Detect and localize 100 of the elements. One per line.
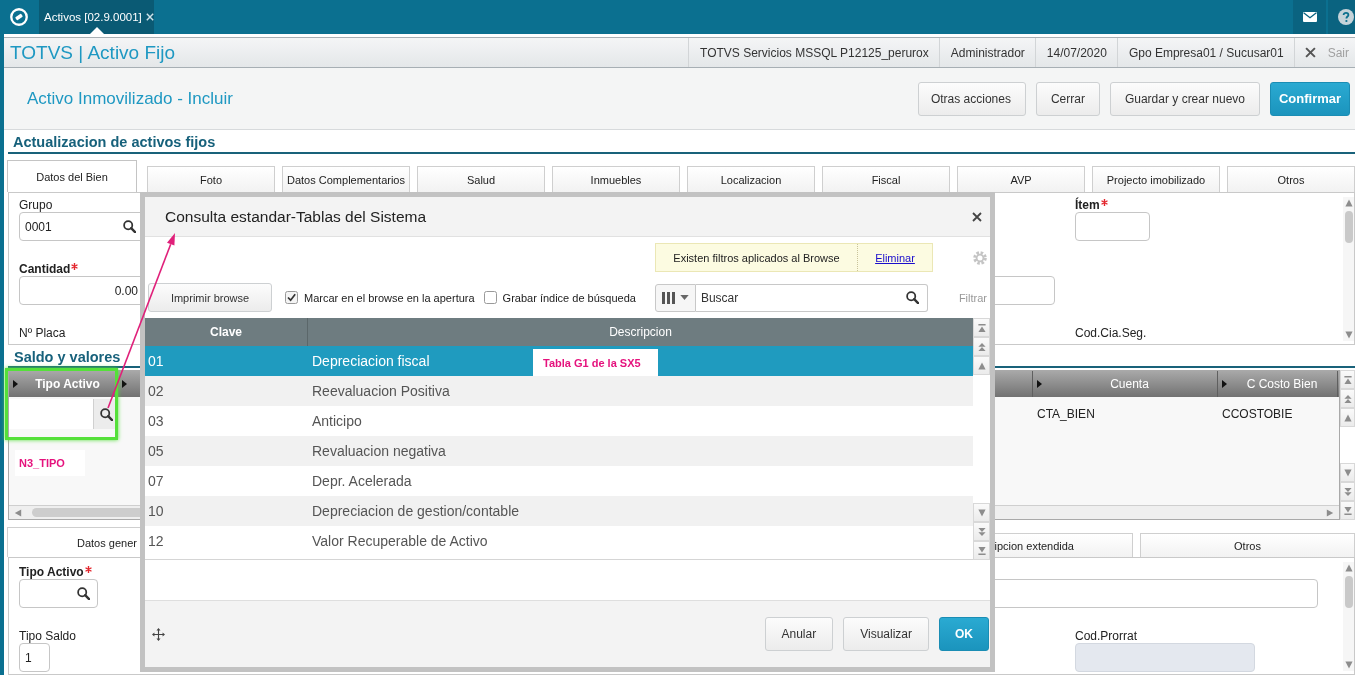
up-triangle-bar-icon xyxy=(977,323,986,332)
tab[interactable]: Datos Complementarios xyxy=(282,166,410,192)
move-icon[interactable] xyxy=(152,627,165,641)
tab[interactable]: Otros xyxy=(1227,166,1355,192)
table-cell: CCOSTOBIE xyxy=(1222,407,1293,421)
dialog-title: Consulta estandar-Tablas del Sistema xyxy=(165,207,427,226)
right-triangle-icon xyxy=(1222,380,1227,388)
mail-icon[interactable] xyxy=(1302,12,1317,22)
tab[interactable]: Inmuebles xyxy=(552,166,680,192)
tab[interactable]: Salud xyxy=(417,166,545,192)
header-info-text: 14/07/2020 xyxy=(1046,45,1107,60)
right-triangle-icon xyxy=(1037,380,1042,388)
app-tab[interactable]: Activos [02.9.0001] xyxy=(39,0,154,34)
scroll-last-button[interactable] xyxy=(973,541,990,560)
checkbox-label[interactable]: Grabar índice de búsqueda xyxy=(502,291,636,304)
logo-icon xyxy=(10,8,28,26)
table-cell: Depreciacion fiscal xyxy=(312,353,430,369)
column-selector-button[interactable] xyxy=(654,283,696,312)
action-button[interactable]: Cerrar xyxy=(1035,81,1100,116)
required-icon xyxy=(71,263,79,270)
triangle-icon xyxy=(89,27,104,34)
tab[interactable]: Projecto imobilizado xyxy=(1092,166,1220,192)
remove-filter-link[interactable]: Eliminar xyxy=(875,251,915,264)
page-up-button[interactable] xyxy=(1340,389,1355,408)
tab[interactable]: Localizacion xyxy=(687,166,815,192)
table-row[interactable]: 10 Depreciacion de gestion/contable xyxy=(145,496,974,526)
search-icon[interactable] xyxy=(905,291,919,304)
scroll-last-button[interactable] xyxy=(1340,501,1355,520)
settings-icon[interactable] xyxy=(973,250,987,265)
page-down-button[interactable] xyxy=(973,522,990,541)
section-title: Actualizacion de activos fijos xyxy=(13,134,216,150)
vertical-scrollbar[interactable] xyxy=(1343,562,1354,671)
checkbox-label[interactable]: Marcar en el browse en la apertura xyxy=(304,291,475,304)
scroll-first-button[interactable] xyxy=(1340,370,1355,389)
table-cell: 05 xyxy=(148,443,164,459)
double-down-triangle-icon xyxy=(977,527,986,536)
table-cell: 07 xyxy=(148,473,164,489)
scroll-thumb[interactable] xyxy=(1344,576,1353,608)
scroll-up-button[interactable] xyxy=(1340,408,1355,427)
field-label: Nº Placa xyxy=(19,327,66,340)
column-header[interactable]: Descripcion xyxy=(308,318,974,346)
scroll-first-button[interactable] xyxy=(973,318,990,337)
checkbox[interactable] xyxy=(483,291,497,304)
table-cell: CTA_BIEN xyxy=(1037,407,1095,421)
close-icon[interactable] xyxy=(972,211,982,222)
up-triangle-icon xyxy=(1344,564,1353,572)
notice-text: Existen filtros aplicados al Browse xyxy=(673,251,840,264)
header-info-text: Administrador xyxy=(950,45,1025,60)
input-field[interactable]: 1 xyxy=(19,643,50,672)
double-up-triangle-icon xyxy=(1343,394,1352,403)
scroll-down-button[interactable] xyxy=(1340,463,1355,482)
table-cell: Depr. Acelerada xyxy=(312,473,412,489)
up-triangle-icon xyxy=(1344,199,1353,207)
table-cell: 01 xyxy=(148,353,164,369)
dialog-button[interactable]: Anular xyxy=(764,617,834,651)
down-triangle-icon xyxy=(1344,331,1353,339)
input-field[interactable] xyxy=(1075,212,1150,241)
table-row[interactable]: 05 Revaluacion negativa xyxy=(145,436,974,466)
tab[interactable]: Datos del Bien xyxy=(7,160,137,192)
right-triangle-icon xyxy=(122,380,127,388)
up-triangle-icon xyxy=(1343,413,1352,422)
tab[interactable]: Foto xyxy=(147,166,275,192)
tab[interactable]: AVP xyxy=(957,166,1085,192)
tab[interactable]: Fiscal xyxy=(822,166,950,192)
left-triangle-icon xyxy=(14,508,22,517)
page-title: Activo Inmovilizado - Incluir xyxy=(27,88,233,109)
table-cell: Revaluacion negativa xyxy=(312,443,446,459)
search-icon[interactable] xyxy=(77,587,90,600)
double-up-triangle-icon xyxy=(977,342,986,351)
vertical-scrollbar[interactable] xyxy=(1343,197,1354,341)
action-button[interactable]: Guardar y crear nuevo xyxy=(1109,81,1260,116)
down-triangle-icon xyxy=(1344,661,1353,669)
scroll-thumb[interactable] xyxy=(1344,211,1353,243)
table-cell: 02 xyxy=(148,383,164,399)
table-cell: 12 xyxy=(148,533,164,549)
input-field[interactable] xyxy=(9,399,93,429)
header-info-text: Gpo Empresa01 / Sucusar01 xyxy=(1128,45,1284,60)
table-row[interactable]: 02 Reevaluacion Positiva xyxy=(145,376,974,406)
page-up-button[interactable] xyxy=(973,337,990,356)
tab[interactable]: Otros xyxy=(1140,533,1355,557)
checkbox[interactable] xyxy=(285,291,298,304)
table-cell: Anticipo xyxy=(312,413,362,429)
scroll-up-button[interactable] xyxy=(973,356,990,375)
page-down-button[interactable] xyxy=(1340,482,1355,501)
lookup-field[interactable] xyxy=(19,579,98,608)
required-icon xyxy=(84,566,92,573)
dialog-button[interactable]: Visualizar xyxy=(843,617,929,651)
field-label: Tipo Activo xyxy=(19,566,84,579)
app-title: TOTVS | Activo Fijo xyxy=(9,41,176,64)
search-icon[interactable] xyxy=(123,220,136,233)
print-button[interactable]: Imprimir browse xyxy=(148,283,272,312)
right-triangle-icon xyxy=(13,380,18,388)
table-cell: Depreciacion de gestion/contable xyxy=(312,503,520,519)
table-cell: 10 xyxy=(148,503,164,519)
help-icon[interactable] xyxy=(1338,9,1354,25)
field-label: Cod.Cia.Seg. xyxy=(1075,327,1147,340)
menu-button[interactable]: Otras acciones xyxy=(917,81,1026,116)
columns-icon xyxy=(661,291,675,304)
search-field[interactable]: Buscar xyxy=(695,283,928,312)
scroll-down-button[interactable] xyxy=(973,503,990,522)
